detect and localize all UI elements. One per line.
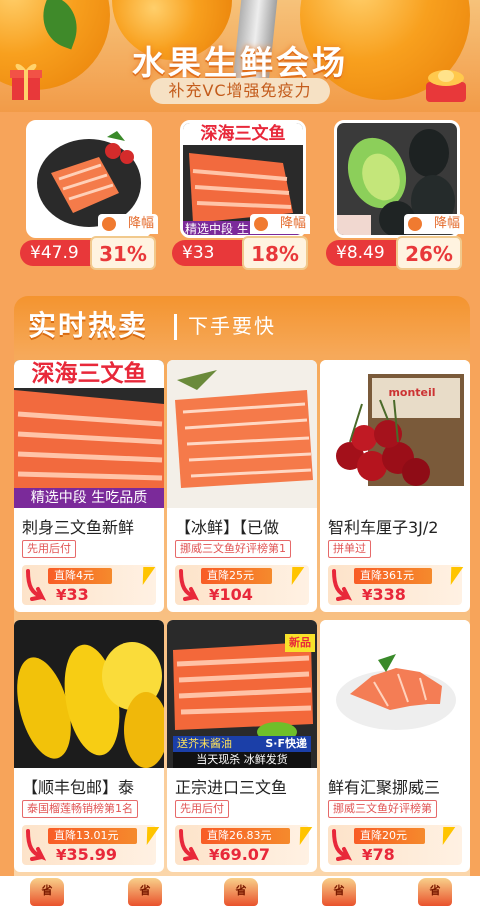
promo-strip-2: 当天现杀 冰鲜发货 [173, 752, 311, 768]
price-cut: 直降13.01元 [48, 828, 137, 844]
product-tag: 泰国榴莲畅销榜第1名 [22, 800, 138, 818]
product-image [14, 620, 164, 768]
deal-price-3[interactable]: 降幅 ¥8.49 26% [326, 214, 466, 270]
product-tag: 挪威三文鱼好评榜第1 [175, 540, 291, 558]
arrow-down-icon [26, 569, 47, 601]
price-block: 直降25元 ¥104 [175, 565, 309, 605]
product-card-4[interactable]: 【顺丰包邮】泰 泰国榴莲畅销榜第1名 直降13.01元 ¥35.99 [14, 620, 164, 872]
deal-price: ¥8.49 [326, 240, 406, 266]
deal-price: ¥47.9 [20, 240, 100, 266]
price-cut: 直降4元 [48, 568, 112, 584]
deal-row: 深海三文鱼 精选中段 生 降幅 ¥47.9 31% 降幅 ¥33 18% 降幅 … [0, 120, 480, 270]
overlay-title: 深海三文鱼 [14, 360, 164, 388]
hot-subtitle: 下手要快 [188, 314, 276, 338]
product-price: ¥69.07 [209, 845, 271, 864]
price-block: 直降26.83元 ¥69.07 [175, 825, 313, 865]
product-price: ¥104 [209, 585, 253, 604]
lightning-icon [285, 567, 305, 585]
save-bag-icon[interactable]: 省 [128, 878, 162, 906]
product-name: 刺身三文鱼新鲜 [22, 518, 135, 537]
new-badge: 新品 [285, 634, 315, 652]
box-label: monteil [388, 386, 436, 399]
product-card-5[interactable]: 新品 送芥末酱油 S·F快递 当天现杀 冰鲜发货 正宗进口三文鱼 先用后付 直降… [167, 620, 317, 872]
product-tag: 先用后付 [175, 800, 229, 818]
lightning-icon [140, 827, 160, 845]
arrow-down-icon [179, 569, 200, 601]
price-cut: 直降20元 [354, 828, 425, 844]
product-image [167, 360, 317, 508]
product-name: 正宗进口三文鱼 [175, 778, 288, 797]
banner-title: 水果生鲜会场 [132, 43, 348, 82]
product-name: 鲜有汇聚挪威三 [328, 778, 441, 797]
price-block: 直降4元 ¥33 [22, 565, 156, 605]
price-block: 直降20元 ¥78 [328, 825, 462, 865]
deal-price-1[interactable]: 降幅 ¥47.9 31% [20, 214, 160, 270]
product-price: ¥78 [362, 845, 395, 864]
product-tag: 拼单过 [328, 540, 371, 558]
title-divider [174, 314, 177, 340]
price-cut: 直降361元 [354, 568, 432, 584]
price-cut: 直降25元 [201, 568, 272, 584]
product-tag: 先用后付 [22, 540, 76, 558]
fruit-banner[interactable]: 水果生鲜会场 补充VC增强免疫力 [0, 0, 480, 112]
product-price: ¥35.99 [56, 845, 118, 864]
banner-subtitle: 补充VC增强免疫力 [150, 78, 330, 104]
hot-title: 实时热卖 [28, 309, 149, 342]
deal-overlay-title: 深海三文鱼 [183, 123, 303, 145]
arrow-down-icon [102, 217, 116, 231]
product-card-2[interactable]: 【冰鲜】【已做 挪威三文鱼好评榜第1 直降25元 ¥104 [167, 360, 317, 612]
deal-percent: 18% [242, 236, 308, 270]
product-card-3[interactable]: monteil 智利车厘子3J/2 拼单过 直降361元 ¥338 [320, 360, 470, 612]
drop-label: 降幅 [404, 214, 464, 234]
lightning-icon [136, 567, 156, 585]
drop-label: 降幅 [250, 214, 310, 234]
product-name: 智利车厘子3J/2 [328, 518, 439, 537]
deal-percent: 31% [90, 236, 156, 270]
lightning-icon [444, 567, 464, 585]
product-name: 【冰鲜】【已做 [175, 518, 280, 537]
product-name: 【顺丰包邮】泰 [22, 778, 135, 797]
lightning-icon [436, 827, 456, 845]
arrow-down-icon [332, 569, 353, 601]
product-image: 新品 送芥末酱油 S·F快递 当天现杀 冰鲜发货 [167, 620, 317, 768]
deal-percent: 26% [396, 236, 462, 270]
arrow-down-icon [254, 217, 268, 231]
price-cut: 直降26.83元 [201, 828, 290, 844]
product-image: 深海三文鱼 精选中段 生吃品质 [14, 360, 164, 508]
arrow-down-icon [408, 217, 422, 231]
arrow-down-icon [332, 829, 353, 861]
product-image [320, 620, 470, 768]
product-price: ¥33 [56, 585, 89, 604]
price-block: 直降361元 ¥338 [328, 565, 464, 605]
price-block: 直降13.01元 ¥35.99 [22, 825, 160, 865]
save-bag-icon[interactable]: 省 [322, 878, 356, 906]
product-card-1[interactable]: 深海三文鱼 精选中段 生吃品质 刺身三文鱼新鲜 先用后付 直降4元 ¥33 [14, 360, 164, 612]
arrow-down-icon [26, 829, 47, 861]
product-tag: 挪威三文鱼好评榜第 [328, 800, 437, 818]
arrow-down-icon [179, 829, 200, 861]
deal-price-2[interactable]: 降幅 ¥33 18% [172, 214, 312, 270]
save-bag-icon[interactable]: 省 [224, 878, 258, 906]
save-bag-icon[interactable]: 省 [30, 878, 64, 906]
drop-label: 降幅 [98, 214, 158, 234]
deal-price: ¥33 [172, 240, 252, 266]
overlay-caption: 精选中段 生吃品质 [14, 488, 164, 508]
save-bag-icon[interactable]: 省 [418, 878, 452, 906]
promo-strip-1: 送芥末酱油 S·F快递 [173, 736, 311, 752]
product-price: ¥338 [362, 585, 406, 604]
product-image: monteil [320, 360, 470, 508]
product-card-6[interactable]: 鲜有汇聚挪威三 挪威三文鱼好评榜第 直降20元 ¥78 [320, 620, 470, 872]
lightning-icon [293, 827, 313, 845]
